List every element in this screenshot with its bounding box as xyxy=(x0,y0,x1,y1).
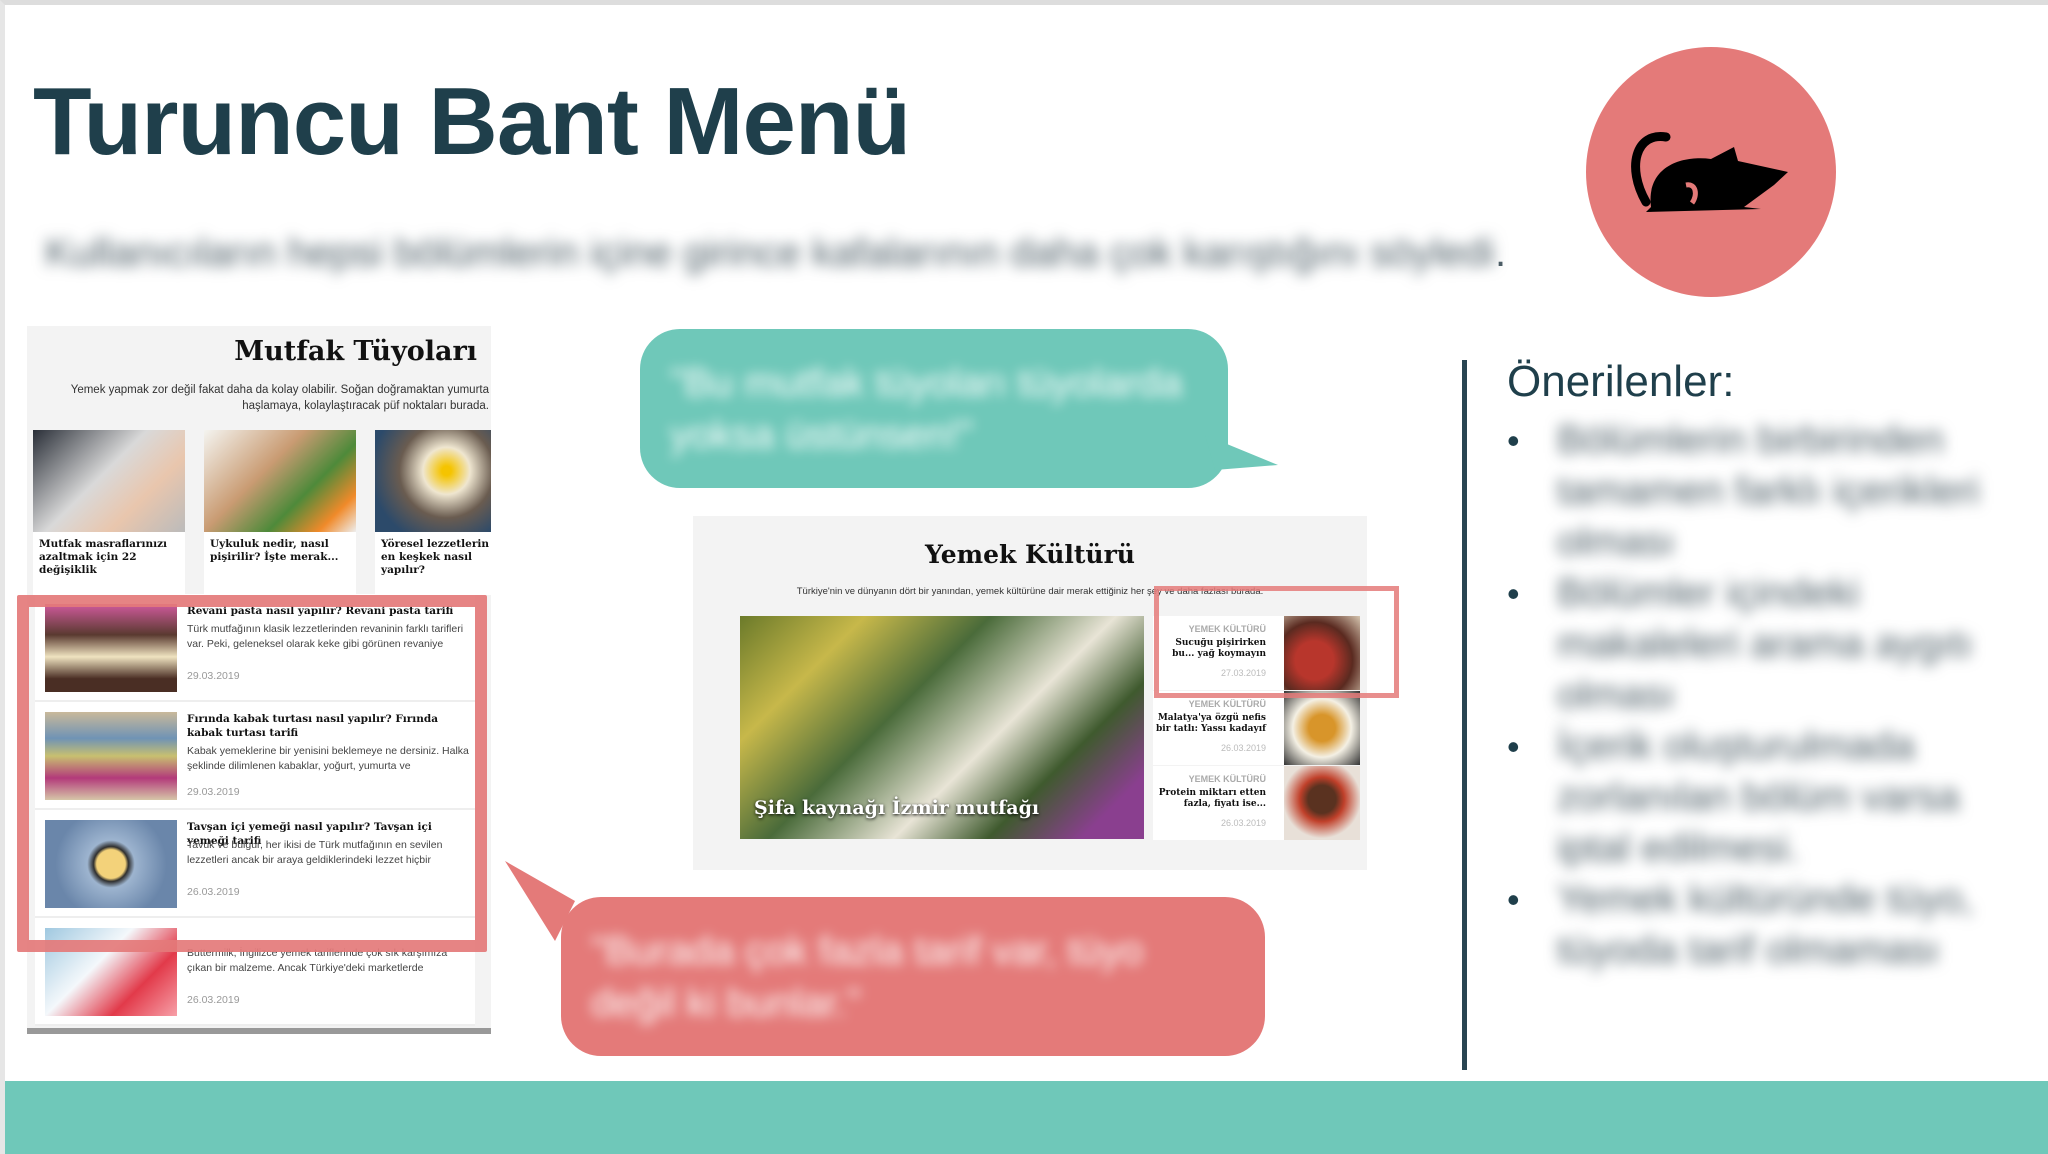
bubble-text: "Burada çok fazla tarif var, tüyo değil … xyxy=(591,928,1144,1025)
highlight-frame xyxy=(17,595,487,952)
divider-line xyxy=(1462,360,1467,1070)
card-image xyxy=(375,430,491,532)
tip-card[interactable]: Mutfak masraflarınızı azaltmak için 22 d… xyxy=(33,430,185,595)
hero-article[interactable]: Şifa kaynağı İzmir mutfağı xyxy=(740,616,1144,839)
side-title: Malatya'ya özgü nefis bir tatlı: Yassı k… xyxy=(1156,713,1266,734)
side-image xyxy=(1284,691,1360,765)
rat-icon xyxy=(1586,47,1836,297)
card-caption: Mutfak masraflarınızı azaltmak için 22 d… xyxy=(39,538,168,576)
speech-bubble-red: "Burada çok fazla tarif var, tüyo değil … xyxy=(561,897,1265,1056)
recommendation-item: • Bölümler içindeki makaleleri arama aygı… xyxy=(1507,571,1973,717)
tip-card[interactable]: Uykuluk nedir, nasıl pişirilir? İşte mer… xyxy=(204,430,356,595)
food-culture-title: Yemek Kültürü xyxy=(925,540,1135,569)
bubble-text: "Bu mutfak tüyoları tüyolarda yoksa üstü… xyxy=(670,360,1183,457)
recommendation-item: • İçerik oluşturulmada zorlanılan bölüm v… xyxy=(1507,724,1960,870)
article-date: 26.03.2019 xyxy=(187,994,240,1006)
side-category: YEMEK KÜLTÜRÜ xyxy=(1188,774,1266,784)
side-title: Protein miktarı etten fazla, fiyatı ise.… xyxy=(1158,788,1266,809)
side-article[interactable]: YEMEK KÜLTÜRÜ Malatya'ya özgü nefis bir … xyxy=(1153,691,1360,765)
card-caption: Yöresel lezzetlerin en keşkek nasıl yapı… xyxy=(381,538,489,576)
highlight-frame-small xyxy=(1154,586,1399,698)
card-image xyxy=(204,430,356,532)
recommendation-item: • Bölümlerin birbirinden tamamen farklı i… xyxy=(1507,418,1980,564)
tip-card[interactable]: Yöresel lezzetlerin en keşkek nasıl yapı… xyxy=(375,430,491,595)
side-date: 26.03.2019 xyxy=(1220,743,1266,753)
slide-subtitle-blurred: Kullanıcıların hepsi bölümlerin içine gi… xyxy=(45,231,1495,275)
bubble-tail xyxy=(1205,435,1278,470)
slide-title: Turuncu Bant Menü xyxy=(33,68,911,175)
side-image xyxy=(1284,766,1360,840)
card-image xyxy=(33,430,185,532)
recommendation-item: • Yemek kültüründe tüyo, tüyoda tarif olm… xyxy=(1507,877,1974,972)
slide: Turuncu Bant Menü Kullanıcıların hepsi b… xyxy=(0,0,2048,1154)
subtitle-period: . xyxy=(1495,231,1507,275)
side-article[interactable]: YEMEK KÜLTÜRÜ Protein miktarı etten fazl… xyxy=(1153,766,1360,840)
side-category: YEMEK KÜLTÜRÜ xyxy=(1188,699,1266,709)
footer-band xyxy=(5,1081,2048,1154)
kitchen-tips-title: Mutfak Tüyoları xyxy=(234,336,477,367)
recommendations-title: Önerilenler: xyxy=(1507,357,1735,406)
speech-bubble-teal: "Bu mutfak tüyoları tüyolarda yoksa üstü… xyxy=(640,329,1228,488)
kitchen-tips-description: Yemek yapmak zor değil fakat daha da kol… xyxy=(70,384,489,412)
side-date: 26.03.2019 xyxy=(1220,818,1266,828)
card-caption: Uykuluk nedir, nasıl pişirilir? İşte mer… xyxy=(210,538,339,563)
recommendations-list: • Bölümlerin birbirinden tamamen farklı i… xyxy=(1507,415,2027,976)
hero-caption: Şifa kaynağı İzmir mutfağı xyxy=(754,797,1040,819)
